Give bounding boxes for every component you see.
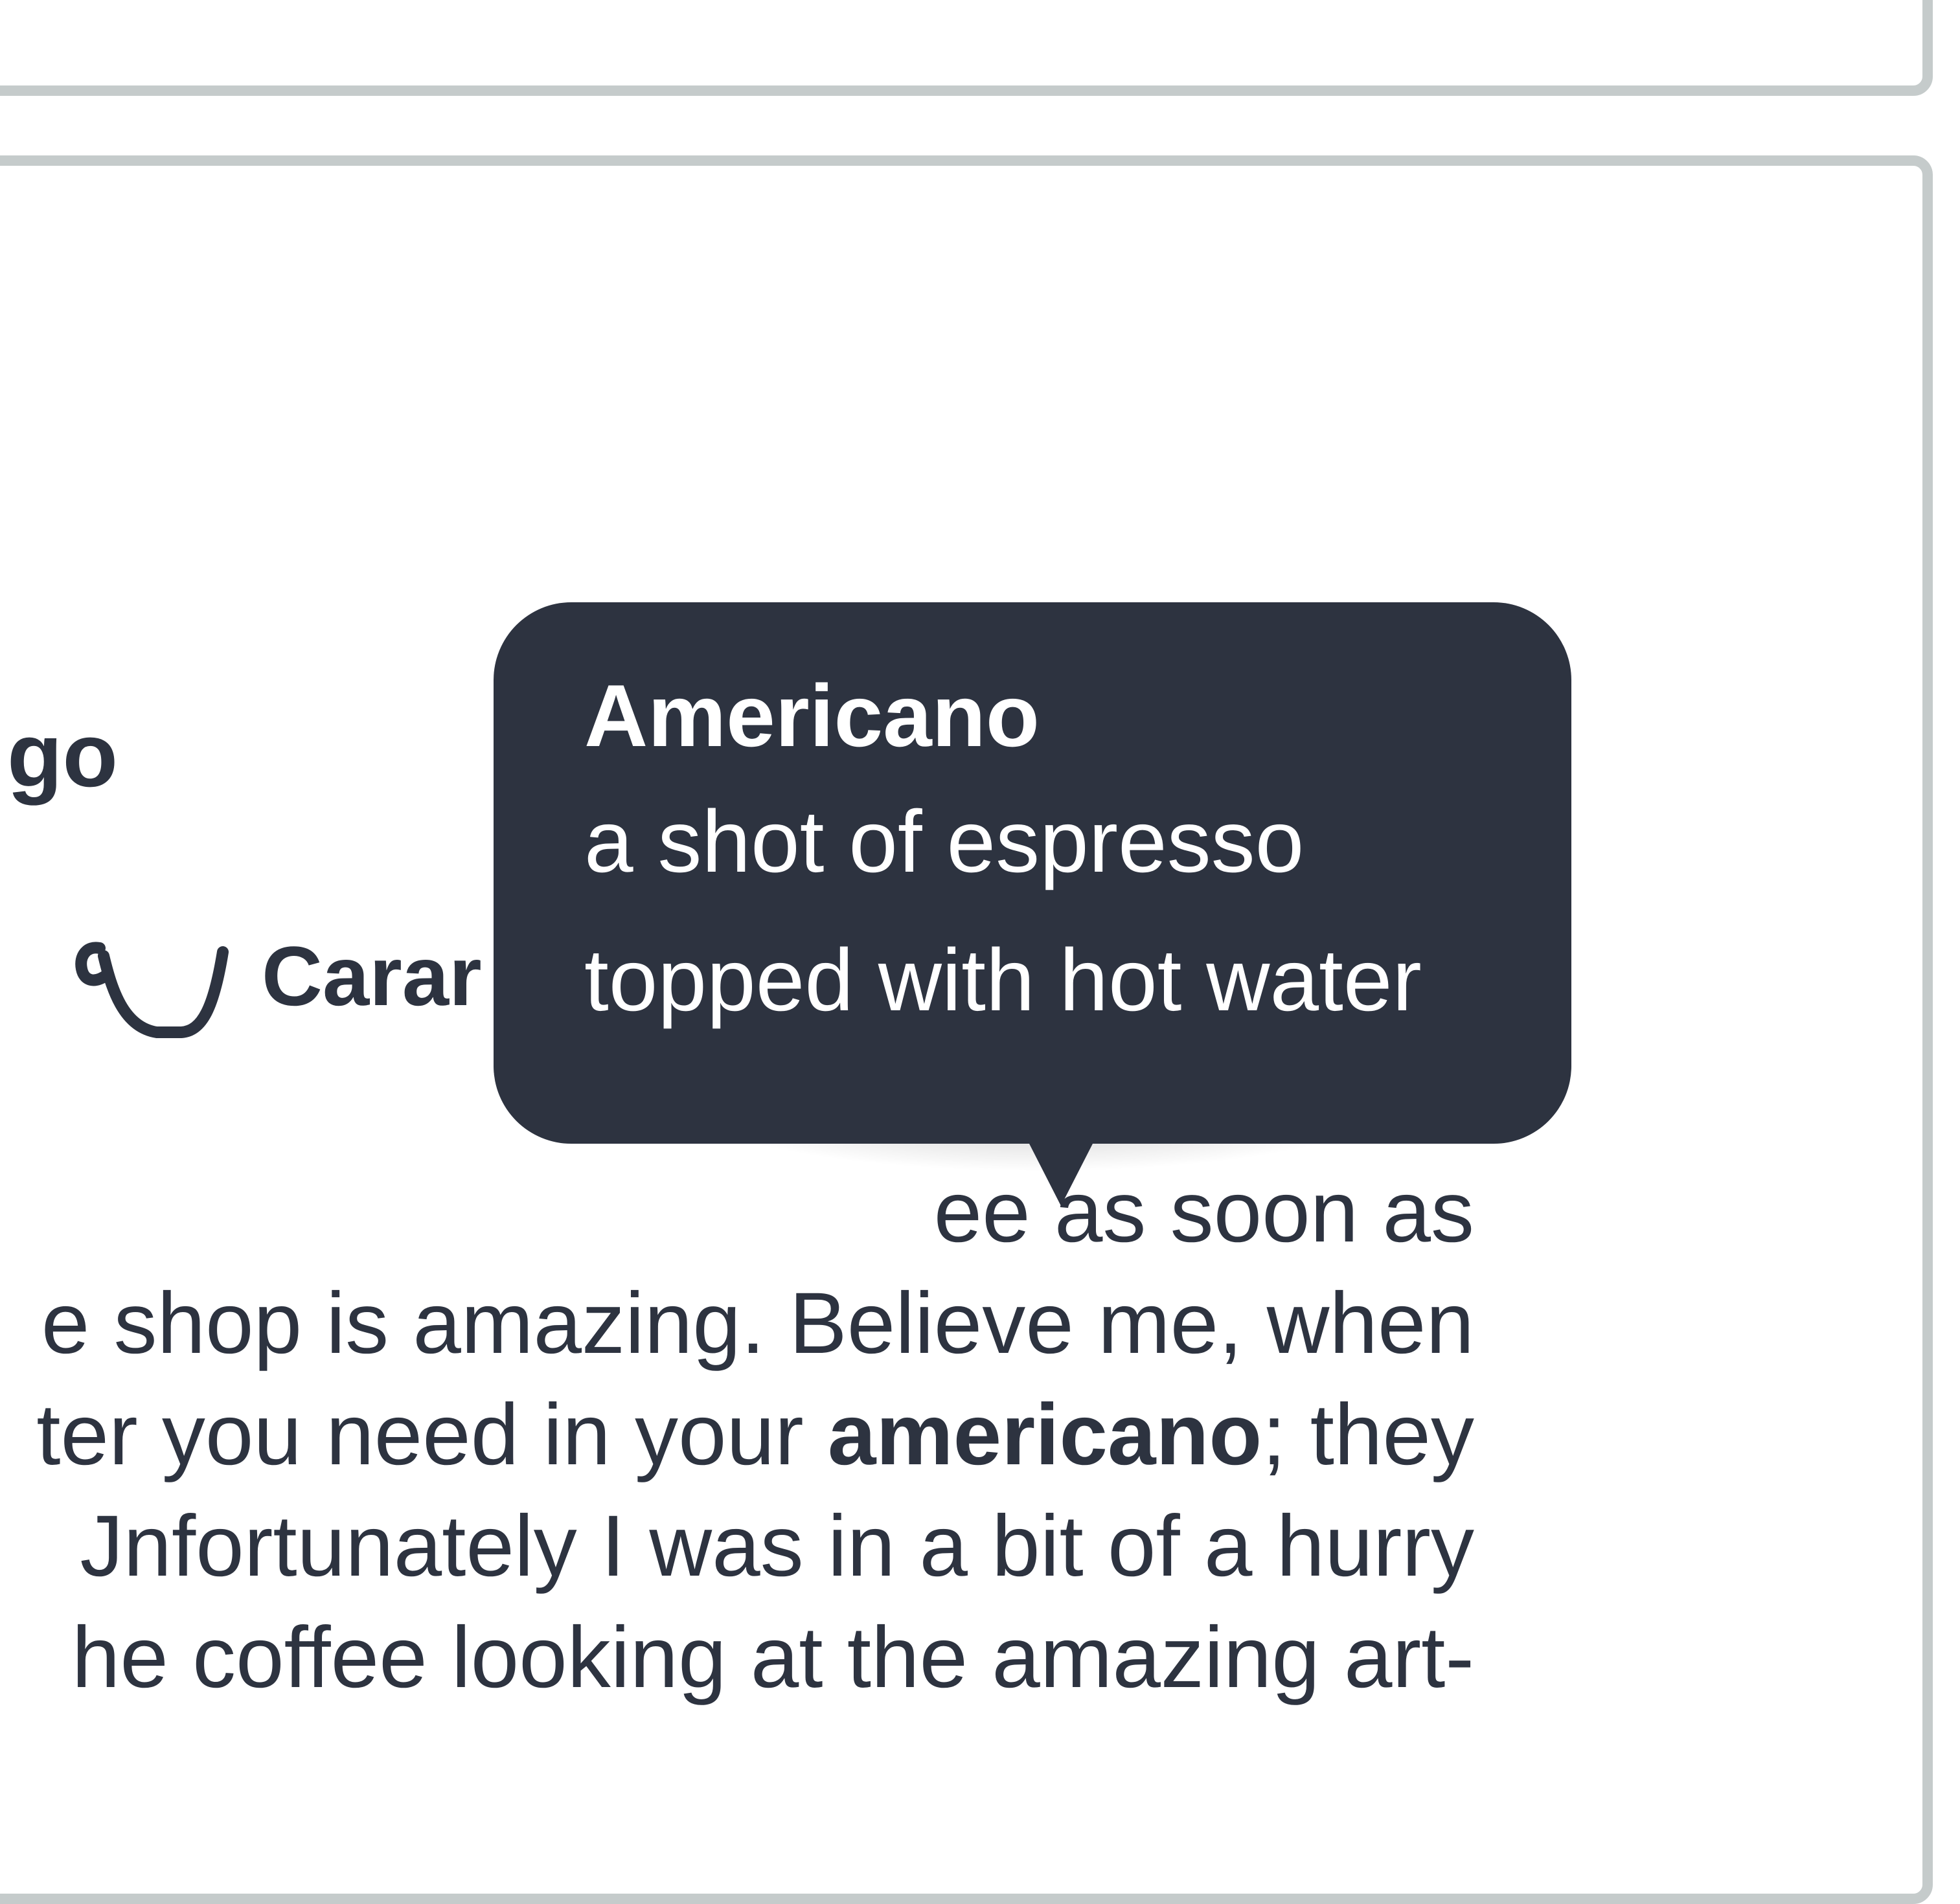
tooltip-line: topped with hot water <box>584 931 1422 1029</box>
term-tooltip: Americano a shot of espresso topped with… <box>494 602 1571 1206</box>
review-line: e shop is amazing. Believe me, when <box>41 1275 1474 1372</box>
tooltip-line: a shot of espresso <box>584 792 1305 890</box>
coffee-cup-icon <box>75 942 229 1038</box>
review-line: he coffee looking at the amazing art- <box>71 1609 1474 1706</box>
tooltip-title: Americano <box>584 666 1040 765</box>
review-text: ee as soon as e shop is amazing. Believe… <box>0 1157 1474 1714</box>
previous-review-card <box>0 0 1933 96</box>
review-line: Jnfortunately I was in a bit of a hurry <box>80 1498 1474 1594</box>
tooltip-description: a shot of espresso topped with hot water <box>584 772 1571 1049</box>
review-line-suffix: ; they <box>1262 1387 1474 1483</box>
review-line-text: ter you need in your <box>36 1387 828 1483</box>
tooltip-bubble: Americano a shot of espresso topped with… <box>494 602 1571 1144</box>
americano-term[interactable]: americano <box>828 1387 1262 1483</box>
drink-label: Carar <box>262 929 482 1023</box>
review-title: nt grab and go <box>0 704 118 806</box>
review-line: ter you need in your americano; they <box>0 1379 1474 1491</box>
tooltip-arrow <box>1029 1142 1093 1206</box>
